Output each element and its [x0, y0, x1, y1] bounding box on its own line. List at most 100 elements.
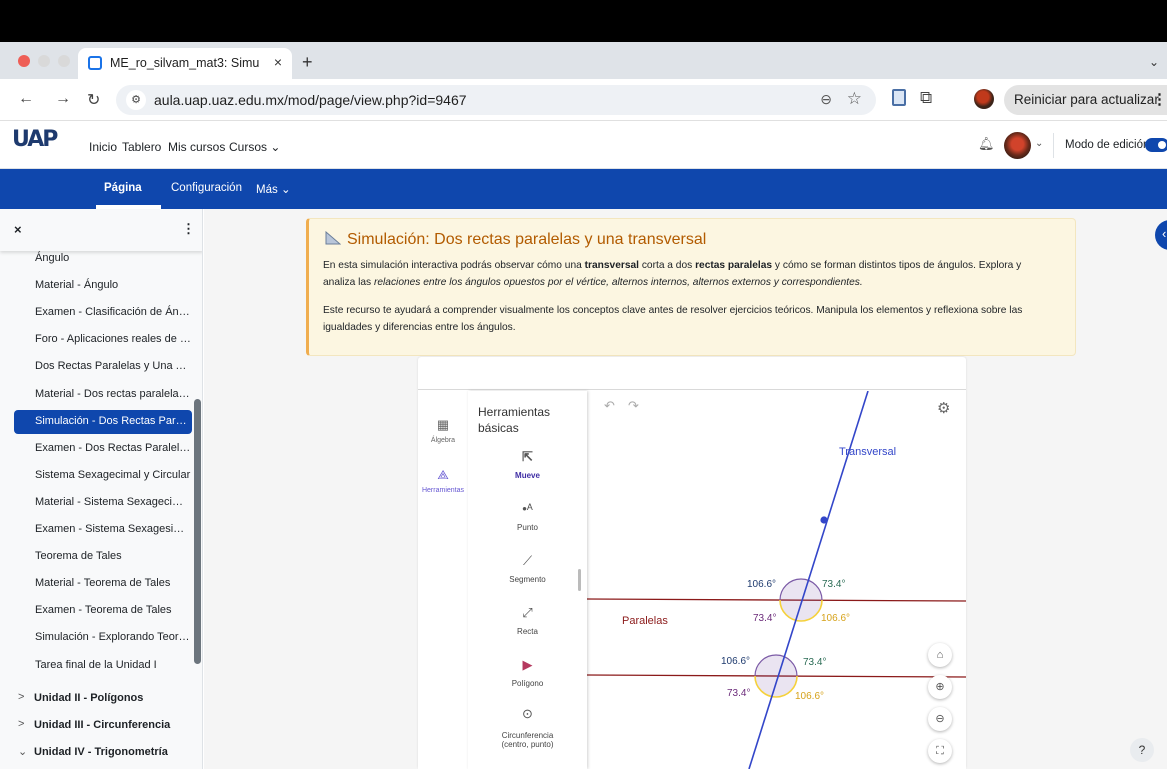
tab-mas[interactable]: Más ⌄	[256, 182, 291, 196]
drawer-menu-icon[interactable]: ⋮	[182, 221, 195, 237]
transversal-label: Transversal	[839, 446, 896, 458]
relaunch-button[interactable]: Reiniciar para actualizar ⋮	[1004, 85, 1167, 115]
section-label: Unidad IV - Trigonometría	[34, 746, 168, 758]
chevron-left-icon: ‹	[1162, 226, 1167, 241]
tool-mueve[interactable]: ⇱ Mueve	[468, 449, 587, 480]
notice-paragraph-1: En esta simulación interactiva podrás ob…	[323, 257, 1069, 274]
relaunch-label: Reiniciar para actualizar	[1014, 92, 1159, 107]
home-icon[interactable]: ⌂	[928, 643, 952, 667]
tab-close-icon[interactable]: ×	[274, 54, 282, 70]
course-section-header[interactable]: > Unidad II - Polígonos	[0, 687, 200, 711]
course-index-item[interactable]: Ángulo	[14, 247, 192, 271]
bold-transversal: transversal	[584, 260, 639, 271]
secondary-navigation: Página Configuración Más ⌄	[0, 169, 1167, 209]
course-section-header[interactable]: > Unidad III - Circunferencia	[0, 714, 200, 738]
redo-icon[interactable]: ↷	[628, 398, 639, 414]
tools-button[interactable]: ⟁ Herramientas	[418, 467, 468, 494]
edit-mode-toggle[interactable]	[1145, 138, 1167, 152]
course-index-item[interactable]: Dos Rectas Paralelas y Una Tran...	[14, 355, 192, 379]
tool-label: Circunferencia (centro, punto)	[501, 731, 554, 749]
tab-search-icon[interactable]: ⌄	[1149, 55, 1159, 69]
tools-scrollbar[interactable]	[578, 569, 581, 591]
close-drawer-icon[interactable]: ×	[14, 222, 22, 237]
course-index-item[interactable]: Sistema Sexagecimal y Circular	[14, 464, 192, 488]
angle-label: 73.4°	[727, 688, 750, 699]
url-text[interactable]: aula.uap.uaz.edu.mx/mod/page/view.php?id…	[154, 92, 467, 108]
nav-inicio[interactable]: Inicio	[89, 140, 117, 154]
zoom-icon[interactable]: ⊖	[820, 91, 832, 108]
bookmark-star-icon[interactable]: ☆	[847, 89, 862, 109]
course-section-header[interactable]: ⌄ Unidad IV - Trigonometría	[0, 741, 200, 765]
tab-title: ME_ro_silvam_mat3: Simulac	[110, 56, 260, 70]
course-index-item[interactable]: Material - Teorema de Tales	[14, 572, 192, 596]
tab-configuracion[interactable]: Configuración	[171, 182, 242, 194]
extensions-puzzle-icon[interactable]: ⧉	[920, 88, 932, 108]
chevron-down-icon: ⌄	[280, 184, 291, 196]
nav-tablero[interactable]: Tablero	[122, 140, 161, 154]
tool-segmento[interactable]: ⟋ Segmento	[468, 553, 587, 584]
close-window-dot[interactable]	[18, 55, 30, 67]
maximize-window-dot[interactable]	[58, 55, 70, 67]
forward-icon[interactable]: →	[55, 90, 71, 108]
tool-punto[interactable]: •ᴬ Punto	[468, 501, 587, 532]
minimize-window-dot[interactable]	[38, 55, 50, 67]
algebra-button[interactable]: ▦ Álgebra	[418, 417, 468, 444]
course-index-item[interactable]: Foro - Aplicaciones reales de los...	[14, 328, 192, 352]
back-icon[interactable]: ←	[18, 90, 34, 108]
angle-label: 106.6°	[721, 656, 750, 667]
document-extension-icon[interactable]	[892, 89, 906, 106]
undo-icon[interactable]: ↶	[604, 398, 615, 414]
drawer-header: × ⋮	[0, 209, 202, 251]
user-menu-chevron-icon[interactable]: ⌄	[1035, 138, 1043, 149]
geogebra-applet[interactable]: ▦ Álgebra ⟁ Herramientas Herramientas bá…	[418, 357, 966, 769]
help-button[interactable]: ?	[1130, 738, 1154, 762]
browser-tab[interactable]: ME_ro_silvam_mat3: Simulac ×	[78, 48, 292, 79]
course-index-item[interactable]: Material - Ángulo	[14, 274, 192, 298]
course-index-item[interactable]: Teorema de Tales	[14, 545, 192, 569]
parallel-line-1[interactable]	[587, 598, 966, 602]
browser-menu-icon[interactable]: ⋮	[1152, 90, 1167, 108]
nav-cursos[interactable]: Cursos ⌄	[229, 140, 280, 154]
zoom-out-icon[interactable]: ⊖	[928, 707, 952, 731]
new-tab-button[interactable]: +	[302, 52, 313, 73]
fullscreen-icon[interactable]: ⛶	[928, 739, 952, 763]
course-index-item[interactable]: Tarea final de la Unidad I	[14, 654, 192, 678]
geometry-canvas[interactable]: Transversal Paralelas 106.6° 73.4° 73.4°…	[587, 391, 966, 769]
course-index-drawer: × ⋮ Ángulo Material - Ángulo Examen - Clas…	[0, 209, 203, 769]
course-index-item[interactable]: Material - Sistema Sexagecimal ...	[14, 491, 192, 515]
tools-panel: Herramientas básicas ⇱ Mueve •ᴬ Punto ⟋ …	[468, 391, 587, 769]
triangle-ruler-icon	[325, 231, 341, 245]
tool-poligono[interactable]: ▶ Polígono	[468, 657, 587, 688]
transversal-point[interactable]	[820, 516, 828, 524]
drawer-scrollbar[interactable]	[194, 399, 201, 664]
course-index-item[interactable]: Examen - Clasificación de Ángul...	[14, 301, 192, 325]
angle-label: 73.4°	[822, 579, 845, 590]
course-index-item[interactable]: Examen - Sistema Sexagesimal ...	[14, 518, 192, 542]
tool-circunferencia[interactable]: ⊙ Circunferencia (centro, punto)	[468, 707, 587, 749]
user-avatar[interactable]	[1004, 132, 1031, 159]
notifications-bell-icon[interactable]: 🔔︎	[978, 136, 995, 152]
address-bar[interactable]: ⚙ aula.uap.uaz.edu.mx/mod/page/view.php?…	[116, 85, 876, 115]
chevron-icon: >	[18, 691, 25, 703]
course-index-item[interactable]: Simulación - Explorando Teorem...	[14, 626, 192, 650]
tab-pagina[interactable]: Página	[104, 182, 142, 194]
course-index-item[interactable]: Simulación - Dos Rectas Paralel...	[14, 409, 192, 434]
text-run: y cómo se forman distintos tipos de ángu…	[772, 260, 1022, 271]
section-label: Unidad II - Polígonos	[34, 692, 144, 704]
applet-side-rail: ▦ Álgebra ⟁ Herramientas	[418, 391, 468, 769]
course-index-item[interactable]: Examen - Dos Rectas Paralelas y...	[14, 437, 192, 461]
zoom-in-icon[interactable]: ⊕	[928, 675, 952, 699]
course-index-item[interactable]: Examen - Teorema de Tales	[14, 599, 192, 623]
nav-mis-cursos[interactable]: Mis cursos	[168, 140, 225, 154]
site-info-icon[interactable]: ⚙	[126, 90, 146, 110]
settings-gear-icon[interactable]: ⚙	[937, 399, 950, 417]
uap-logo[interactable]: UAP	[10, 127, 60, 163]
angle-label: 73.4°	[753, 613, 776, 624]
reload-icon[interactable]: ↻	[87, 90, 100, 110]
course-index-item[interactable]: Material - Dos rectas paralelas y ...	[14, 383, 192, 407]
graphics-view[interactable]: Transversal Paralelas 106.6° 73.4° 73.4°…	[587, 391, 966, 769]
profile-avatar[interactable]	[974, 89, 994, 109]
browser-tab-strip: ME_ro_silvam_mat3: Simulac × + ⌄	[0, 42, 1167, 79]
browser-toolbar: ← → ↻ ⚙ aula.uap.uaz.edu.mx/mod/page/vie…	[0, 79, 1167, 121]
tool-recta[interactable]: ⤢ Recta	[468, 605, 587, 636]
